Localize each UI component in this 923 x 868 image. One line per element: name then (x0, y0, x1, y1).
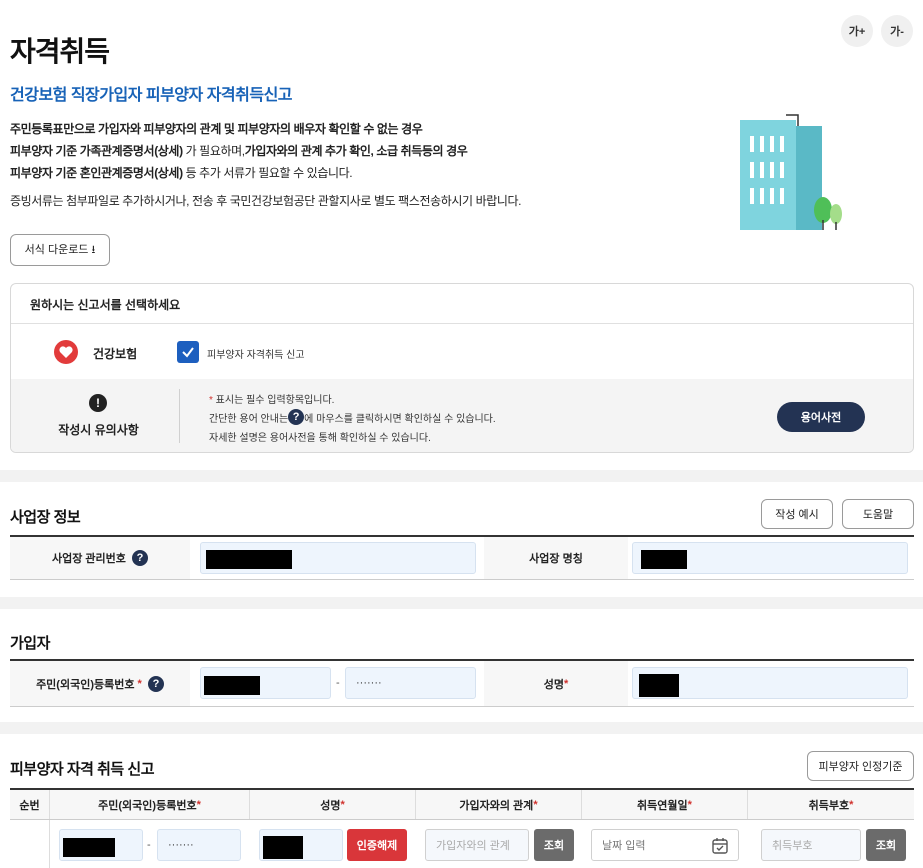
rrn-header: 주민(외국인)등록번호 * ? (10, 661, 190, 706)
report-checkbox[interactable] (177, 341, 199, 363)
description-line-3: 피부양자 기준 혼인관계증명서(상세) 등 추가 서류가 필요할 수 있습니다. (10, 166, 353, 180)
health-insurance-logo-icon (54, 340, 78, 364)
glossary-button[interactable]: 용어사전 (777, 402, 865, 432)
form-download-button[interactable]: 서식 다운로드 ⭳ (10, 234, 110, 266)
col-relation: 가입자와의 관계 * (416, 790, 582, 819)
acq-date-input[interactable]: 날짜 입력 (591, 829, 739, 861)
subscriber-name-input[interactable] (632, 667, 908, 699)
section-divider (0, 722, 923, 734)
col-name: 성명 * (250, 790, 416, 819)
panel-heading: 원하시는 신고서를 선택하세요 (11, 284, 913, 324)
relation-search-button[interactable]: 조회 (534, 829, 574, 861)
dependent-rrn-front-input[interactable] (59, 829, 143, 861)
building-illustration (740, 114, 842, 230)
section-divider (0, 597, 923, 609)
workplace-name-input[interactable] (632, 542, 908, 574)
help-icon[interactable]: ? (147, 675, 164, 692)
notice-line-2: 간단한 용어 안내는 ? 에 마우스를 클릭하시면 확인하실 수 있습니다. (209, 409, 496, 425)
dependent-row: - ······· 인증해제 가입자와의 관계 조회 날짜 입력 취득부호 조회 (10, 820, 914, 868)
col-acq-code: 취득부호 * (808, 798, 854, 812)
dependent-criteria-button[interactable]: 피부양자 인정기준 (807, 751, 914, 781)
subscriber-rrn-back-input[interactable]: ······· (345, 667, 476, 699)
notice-divider (179, 389, 180, 443)
font-decrease-button[interactable]: 가- (881, 15, 913, 47)
rrn-dash: - (336, 677, 340, 689)
row-number-cell (10, 820, 50, 868)
subscriber-rrn-front-input[interactable] (200, 667, 331, 699)
font-increase-button[interactable]: 가+ (841, 15, 873, 47)
col-no: 순번 (10, 790, 50, 819)
subscriber-row: 주민(외국인)등록번호 * ? - ······· 성명 * (10, 659, 914, 707)
mgmt-no-input[interactable] (200, 542, 476, 574)
description-line-2: 피부양자 기준 가족관계증명서(상세) 가 필요하며,가입자와의 관계 추가 확… (10, 144, 468, 158)
dependent-section-title: 피부양자 자격 취득 신고 (10, 761, 155, 778)
description-line-1: 주민등록표만으로 가입자와 피부양자의 관계 및 피부양자의 배우자 확인할 수… (10, 122, 423, 136)
acq-code-search-button[interactable]: 조회 (866, 829, 906, 861)
subscriber-section-title: 가입자 (10, 635, 50, 652)
col-rrn: 주민(외국인)등록번호 * (50, 790, 250, 819)
notice-area: ! 작성시 유의사항 * 표시는 필수 입력항목입니다. 간단한 용어 안내는 … (11, 379, 913, 452)
rrn-dash: - (147, 839, 151, 851)
help-icon[interactable]: ? (132, 550, 149, 566)
acq-code-input[interactable]: 취득부호 (761, 829, 861, 861)
notice-line-3: 자세한 설명은 용어사전을 통해 확인하실 수 있습니다. (209, 433, 431, 444)
report-select-panel: 원하시는 신고서를 선택하세요 건강보험 피부양자 자격취득 신고 ! 작성시 … (10, 283, 914, 453)
workplace-section-title: 사업장 정보 (10, 509, 81, 526)
warning-icon: ! (89, 394, 107, 412)
checkbox-label: 피부양자 자격취득 신고 (207, 350, 305, 361)
insurance-label: 건강보험 (93, 347, 138, 361)
mgmt-no-header: 사업장 관리번호 ? (10, 537, 190, 579)
subscriber-name-header: 성명 * (484, 661, 628, 706)
notice-title: 작성시 유의사항 (58, 423, 139, 437)
help-button[interactable]: 도움말 (842, 499, 914, 529)
page-title: 자격취득 (10, 36, 110, 67)
notice-line-1: * 표시는 필수 입력항목입니다. (209, 395, 335, 406)
example-button[interactable]: 작성 예시 (761, 499, 833, 529)
workplace-name-header: 사업장 명칭 (484, 537, 628, 579)
section-divider (0, 470, 923, 482)
calendar-icon[interactable] (711, 837, 729, 855)
relation-input[interactable]: 가입자와의 관계 (425, 829, 529, 861)
description-line-4: 증빙서류는 첨부파일로 추가하시거나, 전송 후 국민건강보험공단 관할지사로 … (10, 194, 522, 208)
cert-release-button[interactable]: 인증해제 (347, 829, 407, 861)
dependent-rrn-back-input[interactable]: ······· (157, 829, 241, 861)
check-icon (182, 347, 194, 358)
workplace-row: 사업장 관리번호 ? 사업장 명칭 (10, 535, 914, 580)
col-acq-date: 취득연월일 * (582, 790, 748, 819)
dependent-table-header: 순번 주민(외국인)등록번호 * 성명 * 가입자와의 관계 * 취득연월일 * 취득부… (10, 788, 914, 820)
dependent-name-input[interactable] (259, 829, 343, 861)
page-subtitle: 건강보험 직장가입자 피부양자 자격취득신고 (10, 87, 293, 104)
help-icon: ? (288, 409, 305, 425)
